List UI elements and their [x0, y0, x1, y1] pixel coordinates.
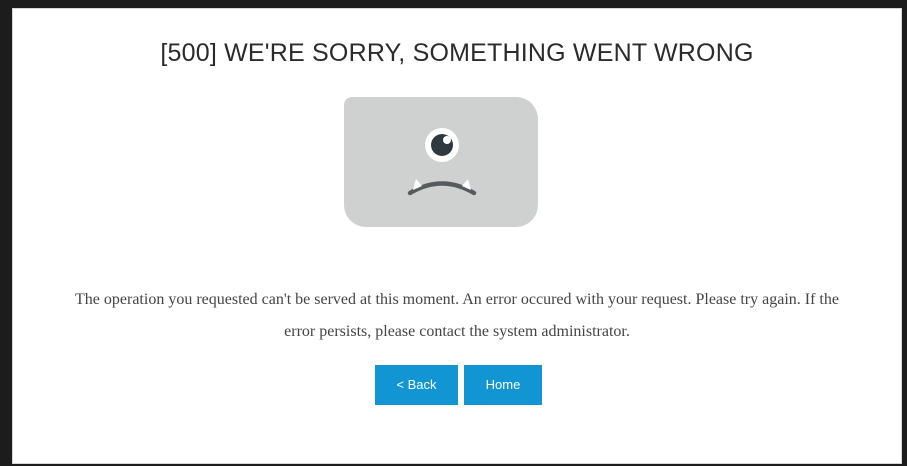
error-page-panel: [500] WE'RE SORRY, SOMETHING WENT WRONG …: [12, 8, 902, 464]
page-title: [500] WE'RE SORRY, SOMETHING WENT WRONG: [160, 39, 754, 67]
sad-cyclops-monster-icon: [344, 97, 538, 227]
home-button[interactable]: Home: [464, 365, 542, 405]
back-button[interactable]: < Back: [375, 365, 458, 405]
error-message: The operation you requested can't be ser…: [75, 291, 839, 340]
